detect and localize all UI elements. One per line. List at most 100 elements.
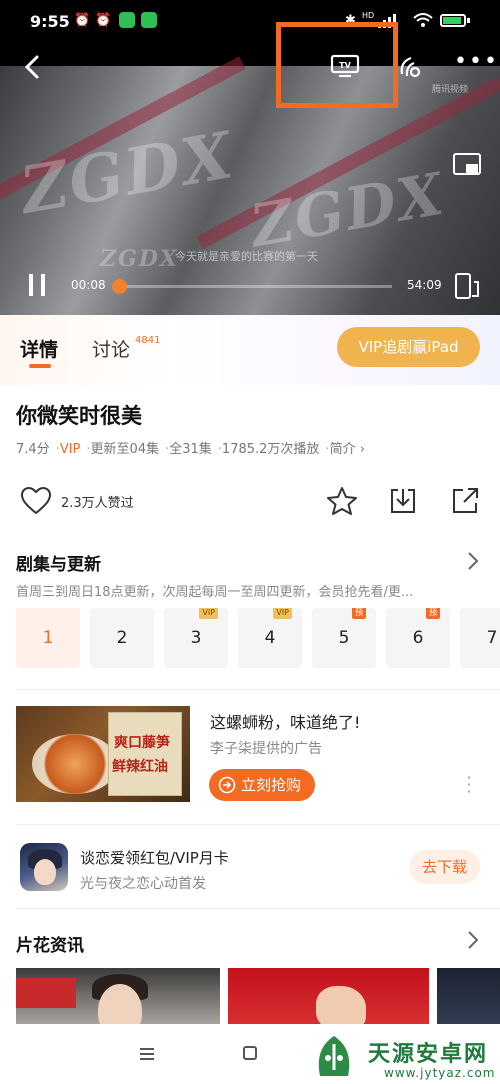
bus-lettering: ZGDX — [245, 159, 450, 261]
site-logo-icon — [318, 1036, 350, 1076]
divider — [16, 824, 500, 825]
network-label: HD — [362, 11, 375, 20]
update-status: 更新至04集 — [90, 442, 160, 457]
status-time: 9:55 — [30, 12, 70, 31]
episode-tile[interactable]: 2 — [90, 608, 154, 668]
video-player[interactable]: ZGDX ZGDX ZGDX 今天就是亲爱的比赛的第一天 9:55 ⏰ ⏰ ✱ … — [0, 0, 500, 315]
buy-now-label: 立刻抢购 — [241, 776, 302, 794]
share-icon[interactable] — [450, 486, 480, 516]
tab-detail[interactable]: 详情 — [20, 335, 58, 362]
menu-icon[interactable] — [140, 1048, 154, 1060]
clip-thumbnail[interactable] — [437, 968, 500, 1024]
status-bar: 9:55 ⏰ ⏰ ✱ HD — [0, 0, 500, 42]
divider — [16, 689, 500, 690]
ad-sponsor: 李子柒提供的广告 — [210, 741, 322, 757]
divider — [16, 908, 500, 909]
vip-badge: VIP — [59, 442, 81, 457]
episodes-schedule: 首周三到周日18点更新，次周起每周一至周四更新，会员抢先看/更... — [16, 585, 414, 600]
rating: 7.4分 — [16, 442, 50, 457]
episode-tile[interactable]: 5预 — [312, 608, 376, 668]
wifi-icon — [413, 13, 433, 27]
site-name: 天源安卓网 — [368, 1042, 489, 1067]
episode-total: 全31集 — [169, 442, 212, 457]
heart-icon[interactable] — [20, 486, 52, 516]
like-count: 2.3万人赞过 — [61, 496, 134, 511]
episode-number: 3 — [190, 628, 202, 648]
noodle-bowl-image — [32, 734, 118, 794]
action-row: 2.3万人赞过 — [0, 480, 500, 524]
alarm-off-icon: ⏰ — [74, 13, 91, 28]
total-time: 54:09 — [407, 278, 442, 292]
ad-image-text: 爽口藤笋 — [114, 735, 170, 751]
episode-number: 6 — [412, 628, 424, 648]
play-count: 1785.2万次播放 — [221, 442, 320, 457]
episode-number: 2 — [116, 628, 128, 648]
battery-cap — [467, 18, 470, 23]
player-controls: 00:08 54:09 — [0, 262, 500, 312]
alarm-icon: ⏰ — [95, 13, 112, 28]
episode-number: 4 — [264, 628, 276, 648]
pause-button[interactable] — [26, 272, 48, 298]
game-promo-subtitle: 光与夜之恋心动首发 — [80, 876, 206, 892]
show-title: 你微笑时很美 — [16, 404, 142, 428]
rotate-screen-icon[interactable] — [452, 272, 482, 300]
chevron-right-icon: › — [355, 442, 365, 457]
show-meta: 7.4分 ·VIP ·更新至04集 ·全31集 ·1785.2万次播放 ·简介 › — [16, 442, 365, 457]
ad-title[interactable]: 这螺蛳粉，味道绝了! — [210, 709, 360, 733]
video-watermark: 腾讯视频 — [432, 85, 469, 95]
discuss-count: 4841 — [135, 335, 161, 346]
episode-tile[interactable]: 4 VIP — [238, 608, 302, 668]
chevron-right-icon[interactable] — [466, 551, 480, 571]
clips-list — [0, 968, 500, 1024]
site-url: www.jytyaz.com — [384, 1066, 496, 1080]
intro-link[interactable]: 简介 — [330, 442, 356, 457]
ad-image[interactable]: 爽口藤笋 鲜辣红油 — [16, 706, 190, 802]
product-box-image — [108, 712, 182, 796]
picture-in-picture-icon[interactable] — [452, 152, 482, 178]
audio-mode-icon[interactable] — [398, 54, 424, 80]
ad-more-icon[interactable]: · · · — [464, 770, 474, 800]
preview-badge: 预 — [352, 608, 366, 619]
download-icon[interactable] — [388, 486, 418, 516]
detail-tabs: 详情 讨论 4841 VIP追剧赢iPad — [0, 315, 500, 385]
vip-badge: VIP — [199, 608, 218, 619]
episode-number: 5 — [338, 628, 350, 648]
back-button[interactable] — [18, 52, 48, 82]
episode-tile[interactable]: 6预 — [386, 608, 450, 668]
episodes-title: 剧集与更新 — [16, 555, 101, 575]
episode-tile[interactable]: 7 — [460, 608, 500, 668]
wechat-icon — [119, 12, 135, 28]
progress-knob[interactable] — [112, 279, 127, 294]
episode-tile[interactable]: 1 — [16, 608, 80, 668]
progress-bar[interactable] — [112, 279, 392, 294]
game-promo-title[interactable]: 谈恋爱领红包/VIP月卡 — [80, 847, 229, 868]
tab-discuss[interactable]: 讨论 — [92, 335, 130, 362]
preview-badge: 预 — [426, 608, 440, 619]
clip-thumbnail[interactable] — [228, 968, 429, 1024]
battery-icon — [440, 14, 466, 27]
bus-lettering: ZGDX — [15, 117, 240, 230]
game-app-icon[interactable] — [20, 843, 68, 891]
ad-image-text: 鲜辣红油 — [112, 759, 168, 775]
clips-title: 片花资讯 — [16, 936, 84, 956]
episode-list: 1 2 3 VIP 4 VIP 5 预 6 预 7 — [0, 608, 500, 670]
episode-number: 7 — [486, 628, 498, 648]
game-icon-face — [34, 859, 56, 885]
tv-button-highlight — [276, 22, 398, 108]
current-time: 00:08 — [71, 278, 106, 292]
vip-badge: VIP — [273, 608, 292, 619]
arrow-circle-icon — [218, 776, 236, 794]
more-icon[interactable]: ••• — [454, 51, 497, 74]
episode-number: 1 — [42, 628, 54, 648]
buy-now-button[interactable]: 立刻抢购 — [209, 769, 315, 801]
star-icon[interactable] — [326, 486, 358, 516]
player-top-bar: TV ••• — [0, 42, 500, 92]
download-button[interactable]: 去下载 — [409, 850, 480, 884]
wechat-icon — [141, 12, 157, 28]
tab-active-indicator — [29, 364, 51, 368]
episode-tile[interactable]: 3 VIP — [164, 608, 228, 668]
clip-thumbnail[interactable] — [16, 968, 220, 1024]
home-icon[interactable] — [243, 1046, 257, 1060]
chevron-right-icon[interactable] — [466, 930, 480, 950]
vip-promo-button[interactable]: VIP追剧赢iPad — [337, 327, 480, 367]
